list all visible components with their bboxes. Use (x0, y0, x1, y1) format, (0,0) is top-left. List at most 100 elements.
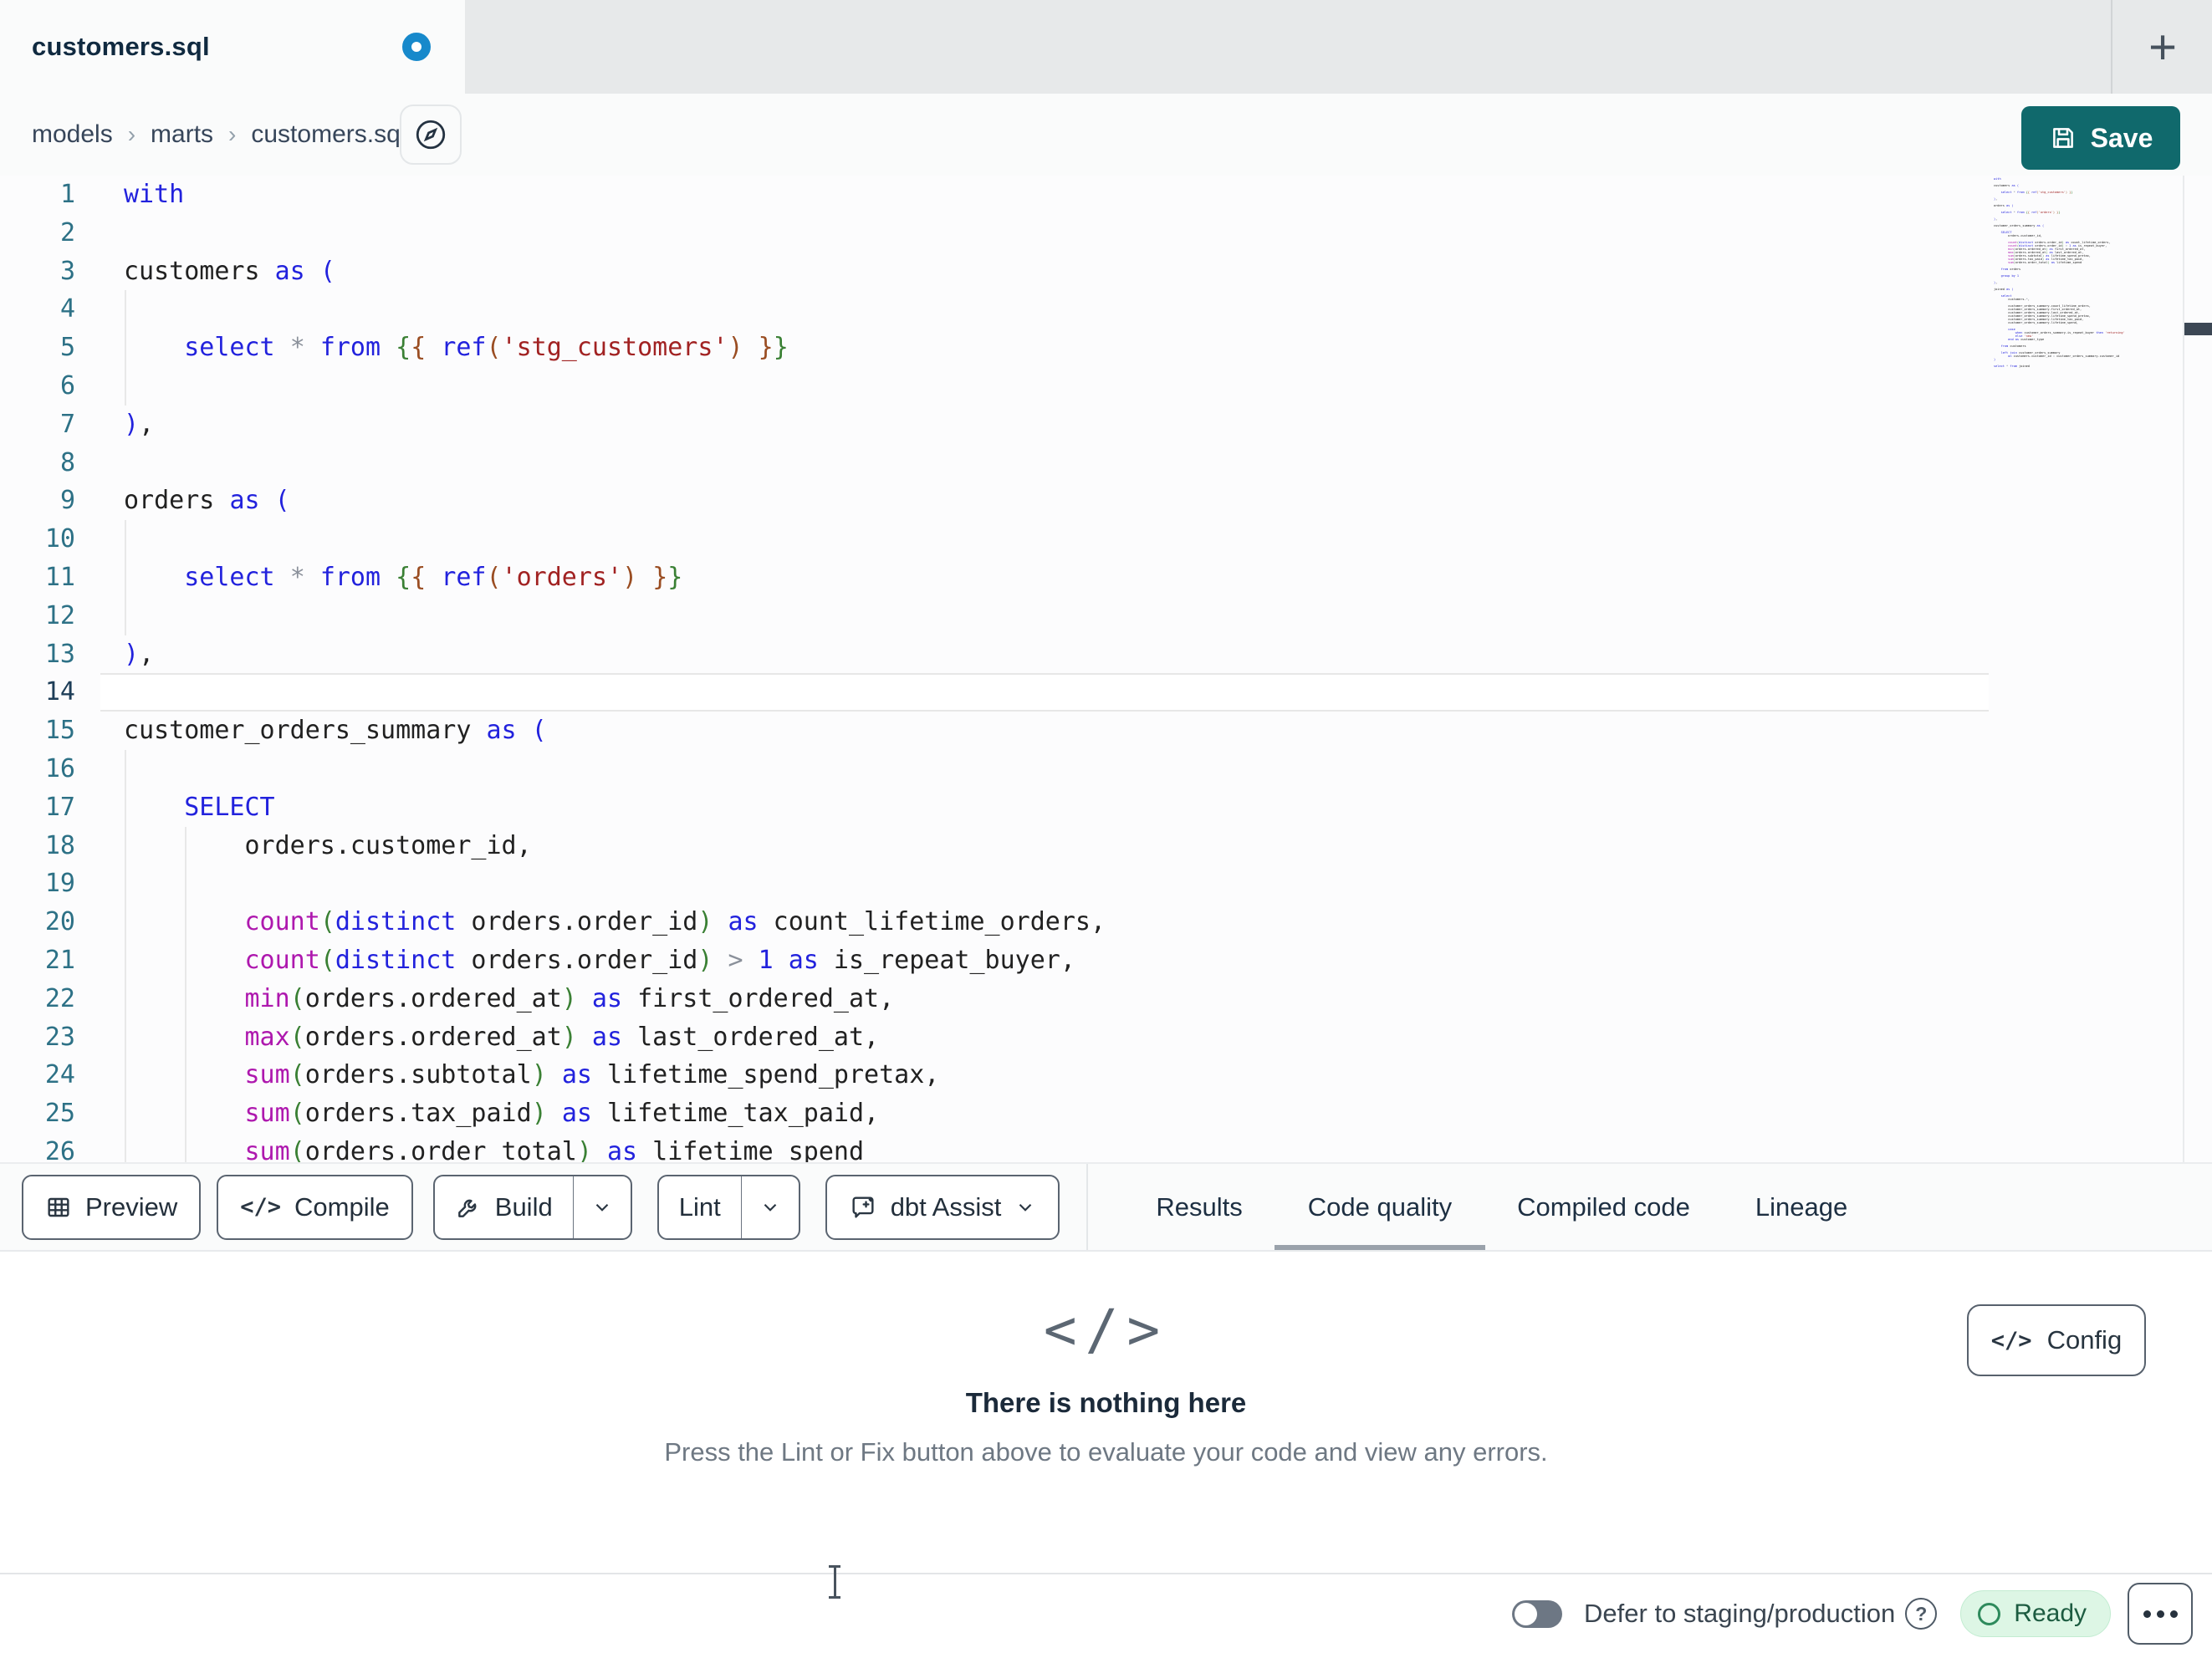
status-bar: Defer to staging/production ? Ready (0, 1573, 2212, 1653)
line-number: 18 (44, 830, 75, 860)
line-number: 21 (44, 946, 75, 975)
code-line[interactable]: 13), (0, 635, 2212, 674)
tab-code-quality[interactable]: Code quality (1274, 1164, 1486, 1250)
tab-results[interactable]: Results (1156, 1164, 1242, 1250)
breadcrumb-item-customers-sql[interactable]: customers.sql (251, 120, 406, 149)
line-number: 5 (59, 333, 75, 363)
lint-button[interactable]: Lint (659, 1176, 741, 1238)
code-line[interactable]: 24 sum(orders.subtotal) as lifetime_spen… (0, 1056, 2212, 1095)
chevron-down-icon (1019, 1203, 1032, 1212)
save-button[interactable]: Save (2021, 106, 2180, 170)
config-button[interactable]: </> Config (1967, 1304, 2146, 1376)
code-line[interactable]: 14 (0, 673, 2212, 712)
code-icon: </> (1990, 1327, 2032, 1354)
code-icon: </> (240, 1194, 282, 1220)
dbt-assist-label: dbt Assist (890, 1191, 1002, 1222)
breadcrumb-row: models › marts › customers.sql Save (0, 94, 2212, 176)
code-line[interactable]: 23 max(orders.ordered_at) as last_ordere… (0, 1018, 2212, 1057)
line-number: 11 (44, 563, 75, 592)
line-number: 3 (59, 256, 75, 286)
breadcrumb-separator: › (127, 121, 136, 147)
text-cursor-icon (826, 1565, 843, 1599)
new-tab-button[interactable]: + (2131, 15, 2194, 79)
code-line[interactable]: 8 (0, 444, 2212, 482)
wrench-icon (457, 1199, 477, 1217)
code-line[interactable]: 1 with (0, 176, 2212, 214)
line-number: 25 (44, 1099, 75, 1129)
line-number: 9 (59, 486, 75, 516)
code-line[interactable]: 6 (0, 367, 2212, 406)
code-line[interactable]: 19 (0, 865, 2212, 904)
file-tab-title: customers.sql (32, 32, 210, 61)
code-line[interactable]: 5 select * from {{ ref('stg_customers') … (0, 329, 2212, 367)
line-number: 6 (59, 371, 75, 400)
code-quality-panel: </> There is nothing here Press the Lint… (0, 1252, 2212, 1573)
tab-lineage[interactable]: Lineage (1755, 1164, 1847, 1250)
code-line[interactable]: 20 count(distinct orders.order_id) as co… (0, 903, 2212, 941)
help-icon[interactable]: ? (1905, 1598, 1938, 1630)
tab-strip: customers.sql + (0, 0, 2212, 94)
code-icon: </> (1043, 1298, 1169, 1362)
code-line[interactable]: 26 sum(orders.order_total) as lifetime_s… (0, 1133, 2212, 1162)
code-editor[interactable]: 1 with 2 3 customers as (4 5 select * from {{… (0, 176, 2212, 1162)
empty-state: </> There is nothing here Press the Lint… (0, 1252, 2212, 1467)
code-line[interactable]: 3 customers as ( (0, 253, 2212, 291)
defer-label: Defer to staging/production (1584, 1599, 1896, 1628)
code-line[interactable]: 17 SELECT (0, 788, 2212, 827)
action-toolbar: Preview </> Compile Build Lint dbt Assis… (0, 1162, 2212, 1252)
tab-compiled-code[interactable]: Compiled code (1517, 1164, 1690, 1250)
scrollbar-marker[interactable] (2184, 323, 2212, 335)
preview-label: Preview (85, 1191, 178, 1222)
line-number: 1 (59, 180, 75, 209)
lint-dropdown-button[interactable] (740, 1176, 799, 1238)
breadcrumb-item-models[interactable]: models (32, 120, 113, 149)
breadcrumb: models › marts › customers.sql (32, 94, 406, 176)
dbt-assist-button[interactable]: dbt Assist (825, 1174, 1060, 1240)
code-line[interactable]: 4 (0, 290, 2212, 329)
code-line[interactable]: 11 select * from {{ ref('orders') }} (0, 559, 2212, 597)
preview-button[interactable]: Preview (22, 1174, 202, 1240)
code-line[interactable]: 10 (0, 520, 2212, 559)
code-line[interactable]: 9 orders as ( (0, 482, 2212, 520)
empty-state-title: There is nothing here (965, 1387, 1247, 1418)
code-line[interactable]: 18 orders.customer_id, (0, 826, 2212, 865)
breadcrumb-item-marts[interactable]: marts (151, 120, 213, 149)
chevron-down-icon (595, 1203, 608, 1212)
code-line[interactable]: 21 count(distinct orders.order_id) > 1 a… (0, 941, 2212, 980)
line-number: 2 (59, 217, 75, 247)
line-number: 12 (44, 600, 75, 630)
line-number: 14 (44, 677, 75, 707)
line-number: 13 (44, 639, 75, 669)
line-number: 15 (44, 716, 75, 746)
assist-chat-sparkle-icon (852, 1196, 874, 1218)
line-number: 19 (44, 869, 75, 899)
status-badge: Ready (1960, 1590, 2111, 1637)
code-line[interactable]: 2 (0, 214, 2212, 253)
explore-lineage-button[interactable] (400, 105, 462, 165)
code-line[interactable]: 22 min(orders.ordered_at) as first_order… (0, 979, 2212, 1018)
build-dropdown-button[interactable] (572, 1176, 631, 1238)
compass-icon (416, 120, 446, 150)
lint-split-button: Lint (656, 1174, 800, 1240)
file-tab-customers-sql[interactable]: customers.sql (0, 0, 465, 94)
code-line[interactable]: 25 sum(orders.tax_paid) as lifetime_tax_… (0, 1094, 2212, 1133)
tab-strip-divider (2111, 0, 2112, 94)
lint-label: Lint (678, 1191, 721, 1222)
line-number: 16 (44, 754, 75, 783)
code-line[interactable]: 7), (0, 406, 2212, 444)
line-number: 22 (44, 983, 75, 1013)
line-number: 4 (59, 294, 75, 324)
build-button[interactable]: Build (435, 1176, 573, 1238)
defer-toggle[interactable] (1512, 1599, 1563, 1628)
breadcrumb-separator: › (228, 121, 237, 147)
compile-button[interactable]: </> Compile (217, 1174, 413, 1240)
code-line[interactable]: 16 (0, 750, 2212, 788)
line-number: 10 (44, 524, 75, 554)
code-line[interactable]: 12 (0, 596, 2212, 635)
more-options-button[interactable] (2128, 1583, 2193, 1645)
unsaved-changes-dot-icon (402, 33, 431, 61)
status-badge-label: Ready (2014, 1599, 2087, 1627)
minimap[interactable]: with customers as ( select * from {{ ref(… (1994, 177, 2181, 1139)
code-line[interactable]: 15 customer_orders_summary as ( (0, 712, 2212, 750)
line-number: 7 (59, 409, 75, 439)
